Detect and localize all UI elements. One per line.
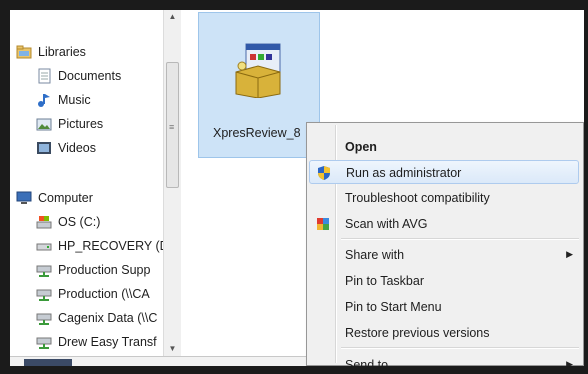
menu-item-label: Share with xyxy=(345,248,405,262)
nav-item-music[interactable]: Music xyxy=(36,89,91,111)
nav-item-drew-easy-transf[interactable]: Drew Easy Transf xyxy=(36,331,157,353)
drive-icon xyxy=(36,238,52,254)
menu-separator xyxy=(341,238,579,240)
nav-item-production-supp[interactable]: Production Supp xyxy=(36,259,150,281)
nav-label: Libraries xyxy=(38,45,86,59)
menu-item-label: Troubleshoot compatibility xyxy=(345,191,490,205)
menu-item-send-to[interactable]: Send to ▶ xyxy=(309,353,579,366)
nav-label: HP_RECOVERY (D xyxy=(58,239,169,253)
pictures-icon xyxy=(36,116,52,132)
menu-item-label: Open xyxy=(345,140,377,154)
network-drive-icon xyxy=(36,286,52,302)
submenu-arrow-icon: ▶ xyxy=(566,249,573,259)
explorer-window: Libraries Documents Music Pictures Video… xyxy=(10,10,584,366)
nav-label: Production (\\CA xyxy=(58,287,150,301)
navigation-pane: Libraries Documents Music Pictures Video… xyxy=(10,10,181,366)
menu-item-pin-to-start-menu[interactable]: Pin to Start Menu xyxy=(309,295,579,319)
videos-icon xyxy=(36,140,52,156)
nav-item-libraries[interactable]: Libraries xyxy=(16,41,86,63)
nav-label: Music xyxy=(58,93,91,107)
menu-item-label: Pin to Taskbar xyxy=(345,274,424,288)
nav-label: Documents xyxy=(58,69,122,83)
nav-item-documents[interactable]: Documents xyxy=(36,65,121,87)
menu-item-run-as-administrator[interactable]: Run as administrator xyxy=(309,160,579,184)
nav-label: Computer xyxy=(38,191,93,205)
uac-shield-icon xyxy=(316,165,332,181)
nav-label: Videos xyxy=(58,141,96,155)
nav-label: Drew Easy Transf xyxy=(58,335,157,349)
music-icon xyxy=(36,92,52,108)
menu-item-label: Send to xyxy=(345,358,389,366)
libraries-icon xyxy=(16,44,32,60)
menu-item-label: Pin to Start Menu xyxy=(345,300,442,314)
menu-item-label: Scan with AVG xyxy=(345,217,428,231)
menu-item-label: Run as administrator xyxy=(346,166,462,180)
nav-item-hp-recovery[interactable]: HP_RECOVERY (D xyxy=(36,235,169,257)
details-thumbnail xyxy=(24,359,72,366)
nav-item-os-c[interactable]: OS (C:) xyxy=(36,211,100,233)
scroll-down-icon[interactable]: ▼ xyxy=(164,342,181,356)
network-drive-icon xyxy=(36,310,52,326)
menu-item-troubleshoot-compatibility[interactable]: Troubleshoot compatibility xyxy=(309,186,579,210)
nav-item-videos[interactable]: Videos xyxy=(36,137,96,159)
nav-item-pictures[interactable]: Pictures xyxy=(36,113,103,135)
nav-item-cagenix-data[interactable]: Cagenix Data (\\C xyxy=(36,307,157,329)
computer-icon xyxy=(16,190,32,206)
network-drive-icon xyxy=(36,262,52,278)
nav-scrollbar[interactable]: ▲ ≡ ▼ xyxy=(163,10,181,356)
menu-item-restore-previous-versions[interactable]: Restore previous versions xyxy=(309,321,579,345)
nav-label: Production Supp xyxy=(58,263,151,277)
nav-item-production[interactable]: Production (\\CA xyxy=(36,283,150,305)
grip-icon: ≡ xyxy=(169,122,175,132)
documents-icon xyxy=(36,68,52,84)
file-name-label: XpresReview_8 xyxy=(213,126,301,140)
nav-item-computer[interactable]: Computer xyxy=(16,187,93,209)
network-drive-icon xyxy=(36,334,52,350)
nav-label: Cagenix Data (\\C xyxy=(58,311,158,325)
context-menu: Open Run as administrator Troubleshoot c… xyxy=(306,122,584,366)
menu-item-scan-with-avg[interactable]: Scan with AVG xyxy=(309,212,579,236)
avg-icon xyxy=(315,216,331,232)
drive-icon xyxy=(36,214,52,230)
menu-item-share-with[interactable]: Share with ▶ xyxy=(309,243,579,267)
menu-item-open[interactable]: Open xyxy=(309,135,579,159)
menu-item-pin-to-taskbar[interactable]: Pin to Taskbar xyxy=(309,269,579,293)
nav-label: OS (C:) xyxy=(58,215,101,229)
submenu-arrow-icon: ▶ xyxy=(566,359,573,366)
menu-item-label: Restore previous versions xyxy=(345,326,490,340)
nav-label: Pictures xyxy=(58,117,104,131)
menu-separator xyxy=(341,347,579,349)
scroll-up-icon[interactable]: ▲ xyxy=(164,10,181,24)
installer-icon xyxy=(232,42,284,99)
